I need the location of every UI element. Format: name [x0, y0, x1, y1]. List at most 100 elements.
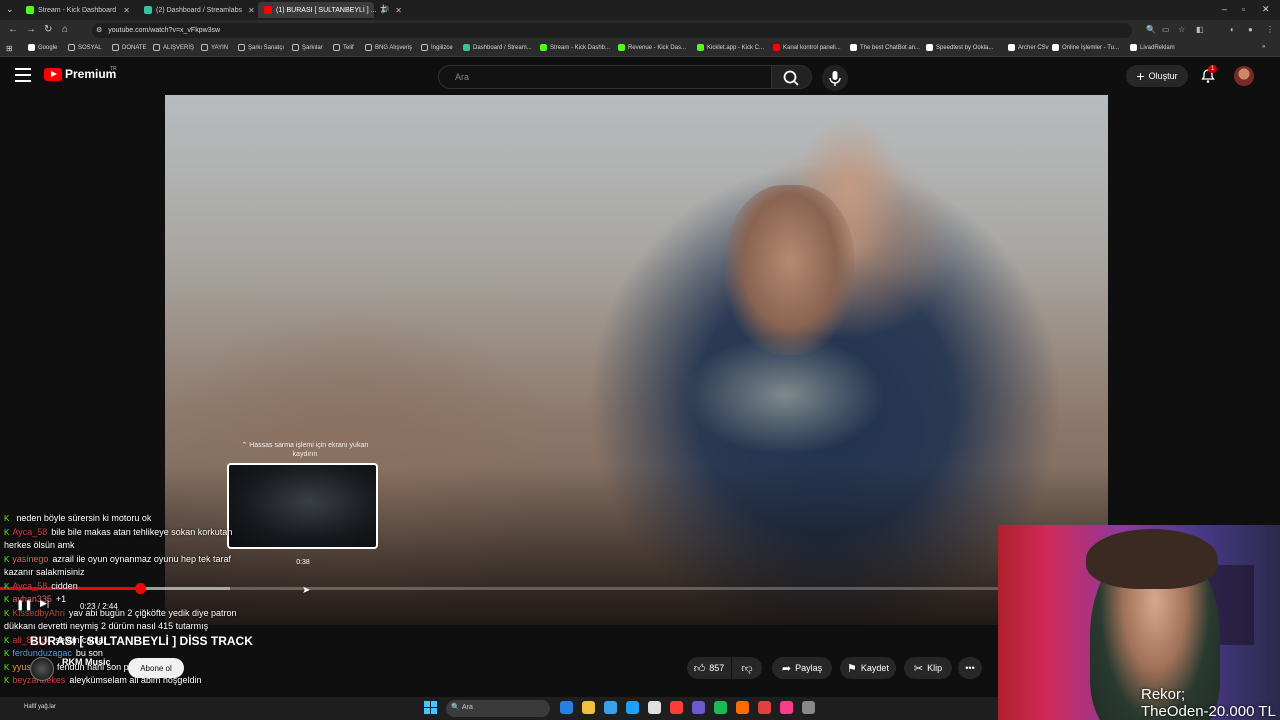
bookmark-favicon-icon: [697, 44, 704, 51]
voice-search-button[interactable]: [822, 65, 848, 91]
apps-grid-icon[interactable]: ⊞: [6, 44, 13, 53]
dislike-button[interactable]: 👎︎: [732, 657, 762, 679]
folder-icon: [365, 44, 372, 51]
bookmark-item[interactable]: İngilizce: [421, 44, 453, 51]
bookmark-favicon-icon: [1052, 44, 1059, 51]
bookmark-item[interactable]: Kanal kontrol paneli...: [773, 44, 841, 51]
bookmark-item[interactable]: Stream - Kick Dashb...: [540, 44, 610, 51]
restore-icon[interactable]: ▫: [1242, 4, 1245, 14]
windows-start-icon[interactable]: [424, 701, 437, 714]
bookmark-item[interactable]: Archer CSv: [1008, 44, 1049, 51]
bookmark-item[interactable]: Dashboard / Stream...: [463, 44, 532, 51]
logo-region: TR: [110, 66, 117, 72]
bookmark-item[interactable]: BNG Alışveriş: [365, 44, 412, 51]
taskbar-app-icon[interactable]: [714, 701, 727, 714]
like-count: 857: [709, 663, 725, 673]
taskbar-app-icon[interactable]: [780, 701, 793, 714]
site-info-icon[interactable]: ⚙: [96, 27, 102, 34]
forward-icon[interactable]: →: [26, 24, 36, 35]
profile-icon[interactable]: ◐: [1230, 25, 1235, 34]
menu-kebab-icon[interactable]: ⋮: [1266, 25, 1274, 34]
video-title: BURASI [ SULTANBEYLİ ] DİSS TRACK: [30, 634, 253, 648]
taskbar-app-icon[interactable]: [560, 701, 573, 714]
more-actions-button[interactable]: •••: [958, 657, 982, 679]
taskbar-app-icon[interactable]: [648, 701, 661, 714]
browser-tab-kick[interactable]: Stream - Kick Dashboard ✕: [20, 2, 136, 18]
bookmark-item[interactable]: The best ChatBot an...: [850, 44, 920, 51]
bookmark-item[interactable]: Şarkı Sanatçı: [238, 44, 284, 51]
bookmark-item[interactable]: YAYIN: [201, 44, 228, 51]
zoom-icon[interactable]: 🔍: [1146, 25, 1156, 34]
profile-avatar-icon[interactable]: ●: [1248, 25, 1253, 34]
taskbar-app-icon[interactable]: [670, 701, 683, 714]
close-icon[interactable]: ✕: [389, 6, 402, 15]
reload-icon[interactable]: ↻: [44, 24, 52, 35]
taskbar-search-input[interactable]: 🔍 Ara: [446, 700, 550, 717]
bookmark-label: Stream - Kick Dashb...: [550, 44, 611, 51]
folder-icon: [333, 44, 340, 51]
kick-badge-icon: K: [4, 554, 10, 564]
minimize-icon[interactable]: –: [1222, 4, 1227, 14]
bookmark-item[interactable]: Telif: [333, 44, 354, 51]
close-icon[interactable]: ✕: [242, 6, 255, 15]
search-input[interactable]: Ara: [438, 65, 772, 89]
bookmark-item[interactable]: Revenue - Kick Das...: [618, 44, 686, 51]
browser-tab-streamlabs[interactable]: (2) Dashboard / Streamlabs ✕: [138, 2, 255, 18]
bookmark-item[interactable]: DONATE: [112, 44, 147, 51]
taskbar-app-icon[interactable]: [736, 701, 749, 714]
close-window-icon[interactable]: ✕: [1262, 4, 1270, 15]
close-icon[interactable]: ✕: [117, 6, 130, 15]
channel-name[interactable]: RKM Music: [62, 657, 111, 667]
taskbar-app-icon[interactable]: [758, 701, 771, 714]
bookmark-item[interactable]: Online İşlemler - Tu...: [1052, 44, 1119, 51]
bookmark-item[interactable]: SOSYAL: [68, 44, 102, 51]
all-bookmarks-icon[interactable]: »: [1262, 44, 1265, 50]
next-video-icon[interactable]: ▶|: [40, 598, 49, 609]
search-icon: [783, 70, 799, 86]
account-avatar[interactable]: [1234, 66, 1254, 86]
time-display: 0:23 / 2:44: [80, 602, 118, 611]
bookmark-item[interactable]: Şarkılar: [292, 44, 323, 51]
browser-tab-youtube[interactable]: (1) BURASI [ SULTANBEYLİ ] ... 🔊 ✕: [258, 2, 402, 18]
bookmark-item[interactable]: Google: [28, 44, 57, 51]
taskbar-app-icon[interactable]: [604, 701, 617, 714]
taskbar-app-icon[interactable]: [582, 701, 595, 714]
tab-search-icon[interactable]: ⌄: [6, 4, 14, 15]
cast-icon[interactable]: ▭: [1162, 25, 1170, 34]
back-icon[interactable]: ←: [8, 24, 18, 35]
share-button[interactable]: ➦ Paylaş: [772, 657, 832, 679]
like-button[interactable]: 👍︎ 857: [687, 657, 731, 679]
new-tab-icon[interactable]: +: [380, 2, 386, 14]
pause-icon[interactable]: ❚❚: [16, 600, 33, 611]
search-button[interactable]: [772, 65, 812, 89]
bookmark-item[interactable]: ALIŞVERİŞ: [153, 44, 194, 51]
extension-icon[interactable]: ◧: [1196, 25, 1204, 34]
taskbar-search-placeholder: Ara: [462, 704, 473, 711]
record-value: TheOden-20.000 TL: [1141, 703, 1276, 720]
clip-label: Klip: [927, 663, 943, 673]
scrub-hint-text: ⌃ Hassas sarma işlemi için ekranı yukarı…: [241, 442, 369, 458]
folder-icon: [201, 44, 208, 51]
address-bar[interactable]: ⚙ youtube.com/watch?v=x_vFkpw3sw: [92, 23, 1132, 38]
channel-avatar[interactable]: [30, 657, 54, 681]
bookmark-star-icon[interactable]: ☆: [1178, 25, 1185, 34]
youtube-premium-logo[interactable]: Premium TR: [44, 66, 117, 81]
save-button[interactable]: ⚑ Kaydet: [840, 657, 896, 679]
hamburger-menu-icon[interactable]: [15, 68, 31, 82]
taskbar-app-icon[interactable]: [692, 701, 705, 714]
webcam-streamer-hair: [1086, 529, 1218, 589]
clip-button[interactable]: ✂ Klip: [904, 657, 952, 679]
bookmark-item[interactable]: LivadReklam: [1130, 44, 1175, 51]
youtube-header: Premium TR Ara + Oluştur 1: [0, 57, 1280, 95]
home-icon[interactable]: ⌂: [62, 24, 68, 35]
bookmark-item[interactable]: Speedtest by Ookla...: [926, 44, 993, 51]
youtube-favicon-icon: [264, 6, 272, 14]
chevron-up-icon: ⌃: [241, 442, 248, 449]
subscribe-button[interactable]: Abone ol: [128, 658, 184, 678]
create-button[interactable]: + Oluştur: [1126, 65, 1188, 87]
bookmark-item[interactable]: Kicklet.app - Kick C...: [697, 44, 764, 51]
kick-badge-icon: K: [4, 581, 10, 591]
taskbar-app-icon[interactable]: [802, 701, 815, 714]
taskbar-app-icon[interactable]: [626, 701, 639, 714]
record-title: Rekor;: [1141, 686, 1186, 703]
